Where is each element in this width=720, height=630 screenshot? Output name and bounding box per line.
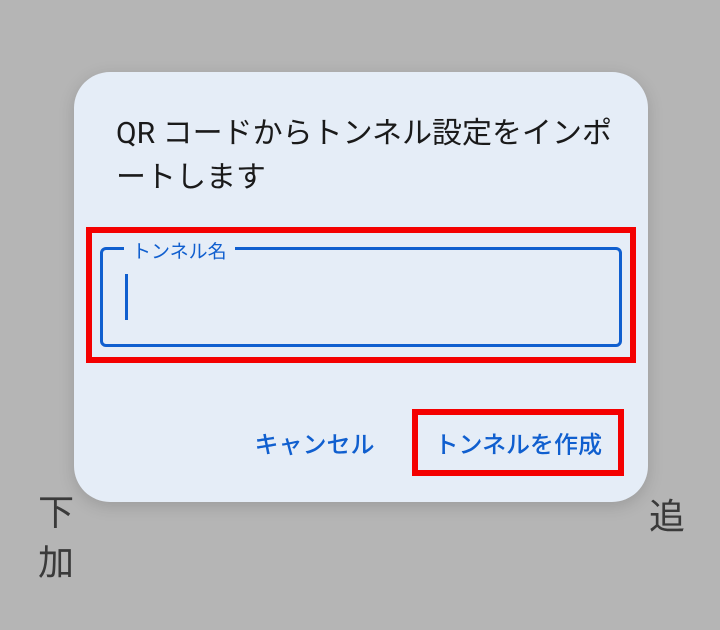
tunnel-name-field-wrapper[interactable]: トンネル名: [94, 235, 628, 355]
background-text-left: 下 加: [38, 488, 74, 589]
tunnel-name-highlight: トンネル名: [86, 227, 636, 363]
dialog-actions: キャンセル トンネルを作成: [74, 389, 648, 476]
import-dialog: QR コードからトンネル設定をインポートします トンネル名 キャンセル トンネル…: [74, 72, 648, 502]
background-text-right: 追: [649, 488, 685, 540]
text-cursor-icon: [125, 274, 128, 320]
cancel-button[interactable]: キャンセル: [234, 409, 394, 476]
dialog-title: QR コードからトンネル設定をインポートします: [74, 104, 648, 227]
create-tunnel-button[interactable]: トンネルを作成: [418, 415, 618, 470]
tunnel-name-label: トンネル名: [124, 237, 235, 264]
create-button-highlight: トンネルを作成: [412, 409, 624, 476]
